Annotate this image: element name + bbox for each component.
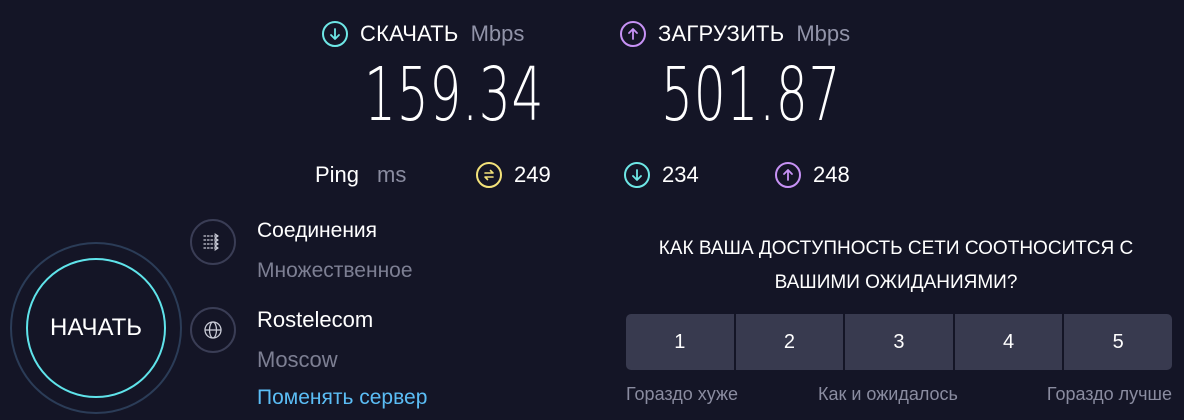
download-label: СКАЧАТЬ <box>360 21 459 46</box>
upload-label: ЗАГРУЗИТЬ <box>658 21 785 46</box>
survey-question: КАК ВАША ДОСТУПНОСТЬ СЕТИ СООТНОСИТСЯ С … <box>658 238 1134 293</box>
upload-header: ЗАГРУЗИТЬ Mbps <box>620 21 850 47</box>
ping-idle: 249 <box>476 162 551 188</box>
scale-mid-label: Как и ожидалось <box>818 384 958 404</box>
start-button-ring: НАЧАТЬ <box>10 242 182 414</box>
connections-value: Множественное <box>257 259 413 282</box>
connections-icon <box>190 219 236 265</box>
download-unit: Mbps <box>470 21 525 46</box>
upload-unit: Mbps <box>796 21 851 46</box>
rating-option-5[interactable]: 5 <box>1062 314 1172 370</box>
ping-idle-icon <box>476 162 502 188</box>
scale-low-label: Гораздо хуже <box>626 384 738 404</box>
rating-option-1[interactable]: 1 <box>626 314 734 370</box>
ping-upload: 248 <box>775 162 850 188</box>
change-server-link[interactable]: Поменять сервер <box>257 386 427 410</box>
start-button[interactable]: НАЧАТЬ <box>26 258 166 398</box>
ping-label: Ping <box>315 162 360 187</box>
rating-scale: 1 2 3 4 5 <box>626 314 1172 370</box>
rating-option-2[interactable]: 2 <box>733 314 844 370</box>
upload-arrow-icon <box>620 21 646 47</box>
ping-idle-value: 249 <box>514 162 551 187</box>
start-button-label: НАЧАТЬ <box>49 314 142 341</box>
download-arrow-icon <box>322 21 348 47</box>
rating-option-3[interactable]: 3 <box>843 314 953 370</box>
download-header: СКАЧАТЬ Mbps <box>322 21 524 47</box>
ping-download-value: 234 <box>662 162 699 187</box>
ping-label-group: Ping ms <box>315 162 406 188</box>
ping-upload-value: 248 <box>813 162 850 187</box>
server-city: Moscow <box>257 347 338 372</box>
upload-speed-value: 501.87 <box>661 52 842 138</box>
globe-icon <box>190 307 236 353</box>
ping-unit: ms <box>377 162 407 187</box>
server-provider: Rostelecom <box>257 307 374 332</box>
download-speed-value: 159.34 <box>364 52 545 138</box>
scale-high-label: Гораздо лучше <box>1046 384 1172 404</box>
ping-download: 234 <box>624 162 699 188</box>
rating-option-4[interactable]: 4 <box>952 314 1063 370</box>
upload-arrow-icon <box>775 162 801 188</box>
connections-title: Соединения <box>257 219 378 242</box>
download-arrow-icon <box>624 162 650 188</box>
